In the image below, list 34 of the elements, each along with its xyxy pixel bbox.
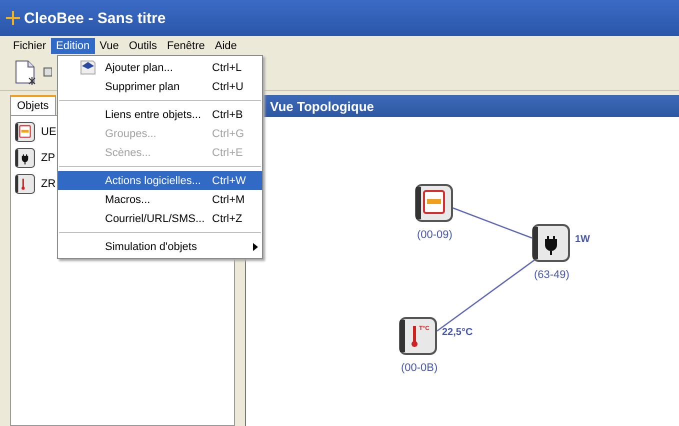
object-item[interactable]: ZP bbox=[41, 152, 56, 164]
view-title: Vue Topologique bbox=[270, 98, 374, 114]
object-item[interactable]: ZR bbox=[41, 178, 56, 190]
menu-item[interactable]: Ajouter plan... Ctrl+L bbox=[58, 58, 262, 77]
menu-item[interactable]: Courriel/URL/SMS... Ctrl+Z bbox=[58, 209, 262, 228]
menu-bar-item[interactable]: Aide bbox=[210, 38, 242, 54]
new-document-icon[interactable] bbox=[14, 60, 36, 86]
window-title: CleoBee - Sans titre bbox=[24, 10, 166, 26]
submenu-arrow-icon bbox=[253, 243, 258, 251]
menu-item[interactable]: Liens entre objets... Ctrl+B bbox=[58, 105, 262, 124]
menu-bar-item[interactable]: Fenêtre bbox=[162, 38, 210, 54]
node-address: (00-0B) bbox=[401, 362, 438, 374]
menu-bar-item[interactable]: Outils bbox=[124, 38, 162, 54]
device-node-icon[interactable] bbox=[399, 317, 437, 355]
node-reading: 1W bbox=[575, 234, 590, 245]
object-item[interactable]: UE bbox=[41, 126, 56, 138]
app-logo-icon bbox=[6, 11, 20, 25]
node-reading: 22,5°C bbox=[442, 327, 473, 338]
device-node-icon[interactable] bbox=[532, 224, 570, 262]
menu-item[interactable]: Simulation d'objets bbox=[58, 237, 262, 256]
objects-tab[interactable]: Objets bbox=[10, 95, 56, 115]
menu-bar-item[interactable]: Fichier bbox=[8, 38, 52, 54]
device-node-icon[interactable] bbox=[415, 184, 453, 222]
menu-bar-item[interactable]: Edition bbox=[51, 38, 95, 54]
node-address: (63-49) bbox=[534, 269, 570, 281]
menu-item[interactable]: Supprimer plan Ctrl+U bbox=[58, 77, 262, 96]
device-icon bbox=[15, 122, 35, 142]
menu-item[interactable]: Macros... Ctrl+M bbox=[58, 190, 262, 209]
menu-bar-item[interactable]: Vue bbox=[94, 38, 124, 54]
menu-item[interactable]: Actions logicielles... Ctrl+W bbox=[58, 171, 262, 190]
device-icon bbox=[15, 174, 35, 194]
plan-icon bbox=[80, 59, 96, 75]
node-address: (00-09) bbox=[417, 229, 452, 241]
device-icon bbox=[15, 148, 35, 168]
